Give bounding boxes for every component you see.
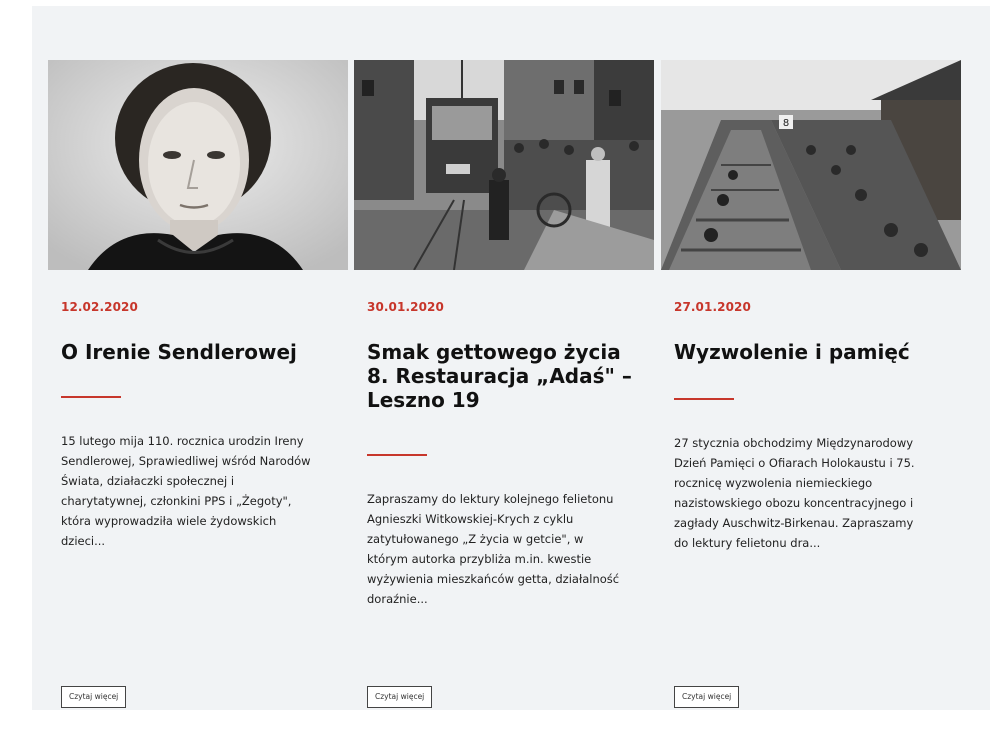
read-more-button[interactable]: Czytaj więcej <box>367 686 433 708</box>
news-card-adas: 30.01.2020 Smak gettowego życia 8. Resta… <box>354 60 654 708</box>
portrait-photo[interactable] <box>48 60 348 270</box>
title-divider <box>367 454 427 456</box>
read-more-button[interactable]: Czytaj więcej <box>674 686 740 708</box>
news-card-liberation: 8 27.01.2020 Wyzwolenie i pamięć 27 styc… <box>661 60 961 708</box>
news-card-sendler: 12.02.2020 O Irenie Sendlerowej 15 luteg… <box>48 60 348 708</box>
card-date: 30.01.2020 <box>367 300 444 314</box>
read-more-button[interactable]: Czytaj więcej <box>61 686 127 708</box>
card-date: 12.02.2020 <box>61 300 138 314</box>
title-divider <box>674 398 734 400</box>
card-date: 27.01.2020 <box>674 300 751 314</box>
ghetto-street-photo[interactable] <box>354 60 654 270</box>
card-excerpt: 15 lutego mija 110. rocznica urodzin Ire… <box>61 434 311 548</box>
deportation-train-photo[interactable]: 8 <box>661 60 961 270</box>
platform-sign: 8 <box>783 118 789 129</box>
title-divider <box>61 396 121 398</box>
card-excerpt: Zapraszamy do lektury kolejnego felieton… <box>367 492 620 606</box>
card-title[interactable]: Wyzwolenie i pamięć <box>674 340 949 364</box>
card-title[interactable]: O Irenie Sendlerowej <box>61 340 336 364</box>
card-title[interactable]: Smak gettowego życia 8. Restauracja „Ada… <box>367 340 642 412</box>
card-excerpt: 27 stycznia obchodzimy Międzynarodowy Dz… <box>674 436 915 550</box>
news-panel: 12.02.2020 O Irenie Sendlerowej 15 luteg… <box>32 6 990 710</box>
